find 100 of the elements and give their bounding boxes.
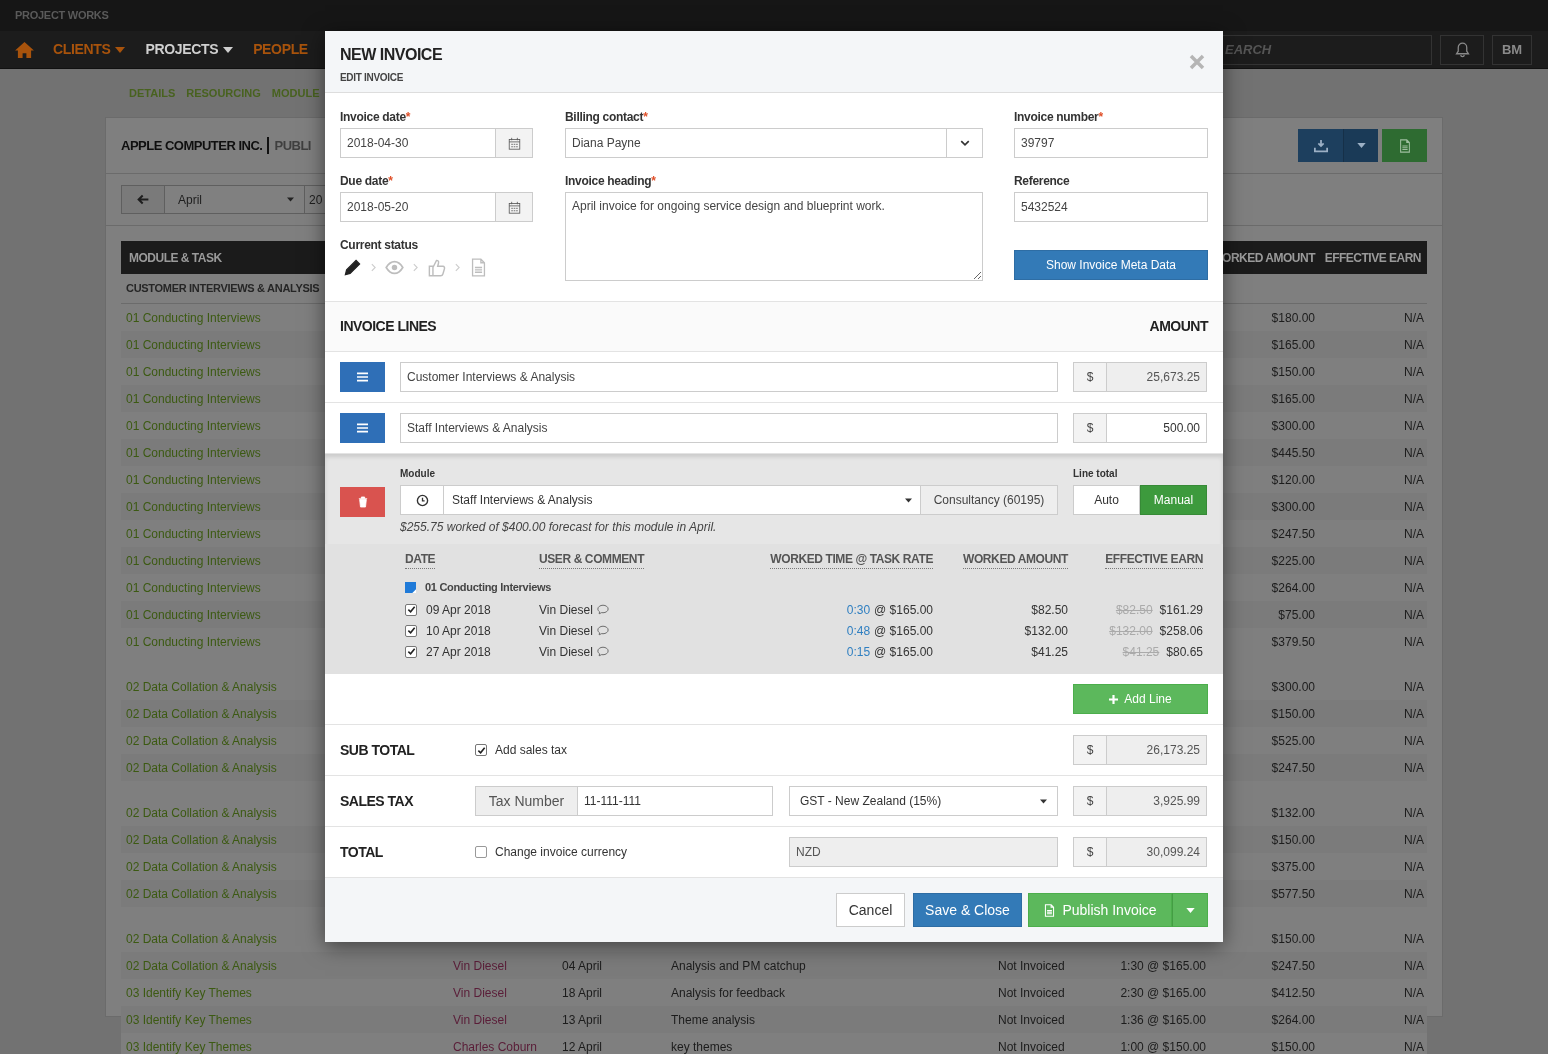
trash-icon <box>357 496 368 508</box>
table-cell-text: 01 Conducting Interviews <box>126 606 261 624</box>
download-button[interactable] <box>1298 129 1343 162</box>
table-cell-text: $412.50 <box>1270 984 1316 1002</box>
notifications-button[interactable] <box>1440 34 1484 65</box>
document-icon[interactable] <box>469 258 488 277</box>
description-field[interactable]: Staff Interviews & Analysis <box>400 413 1058 443</box>
amount-field[interactable]: 3,925.99 <box>1107 786 1207 816</box>
amount-text: $132.00 <box>1023 622 1068 640</box>
table-cell-text: N/A <box>1403 525 1425 543</box>
menu-button[interactable] <box>340 413 385 443</box>
cancel-button[interactable]: Cancel <box>836 893 905 927</box>
thumbs-up-icon[interactable] <box>427 258 446 277</box>
caret-icon <box>905 497 912 503</box>
invoice-number-field[interactable]: 39797 <box>1014 128 1208 158</box>
date-text: 27 Apr 2018 <box>426 643 491 661</box>
checkbox[interactable] <box>475 744 487 756</box>
dialog-subtitle: EDIT INVOICE <box>340 71 405 85</box>
table-cell-text: $445.50 <box>1270 444 1316 462</box>
delete-button[interactable] <box>340 487 385 517</box>
meta-data-button[interactable]: Show Invoice Meta Data <box>1014 250 1208 280</box>
table-cell-text: Vin Diesel <box>452 984 508 1002</box>
amount-field[interactable]: 30,099.24 <box>1107 837 1207 867</box>
user-avatar[interactable]: BM <box>1492 34 1532 65</box>
save-button[interactable]: Save & Close <box>913 893 1022 927</box>
table-cell-text: $75.00 <box>1277 606 1316 624</box>
total-label: SUB TOTAL <box>340 740 416 760</box>
rate-text: @ $165.00 <box>874 601 933 619</box>
table-cell-text: N/A <box>1403 579 1425 597</box>
amount-field[interactable]: 26,173.25 <box>1107 735 1207 765</box>
nav-item[interactable]: PROJECTS <box>145 39 234 60</box>
checkbox[interactable] <box>475 846 487 858</box>
table-cell-text: 02 Data Collation & Analysis <box>126 705 277 723</box>
month-select[interactable]: April <box>165 185 305 214</box>
document-button[interactable] <box>1382 129 1427 162</box>
tax-number-field[interactable]: Tax Number 11-111-111 <box>475 786 773 816</box>
table-cell-text: Not Invoiced <box>997 957 1066 975</box>
table-cell-text: 1:36 @ $165.00 <box>1119 1011 1207 1029</box>
eye-icon[interactable] <box>385 258 404 277</box>
table-cell-text: Not Invoiced <box>997 1011 1066 1029</box>
document-icon <box>1043 903 1057 917</box>
date-field[interactable]: 2018-04-30 <box>340 128 496 158</box>
field-label: Due date* <box>340 173 394 188</box>
table-cell-text: $247.50 <box>1270 525 1316 543</box>
amount-field[interactable]: 500.00 <box>1107 413 1207 443</box>
tax-rate-select[interactable]: GST - New Zealand (15%) <box>789 786 1058 816</box>
time-link[interactable]: 0:15 <box>846 642 871 661</box>
pencil-icon[interactable] <box>343 258 362 277</box>
column-header: EFFECTIVE EARN <box>1105 550 1203 569</box>
earn-text: $258.06 <box>1159 622 1203 640</box>
table-cell-text: N/A <box>1403 957 1425 975</box>
table-cell-text: $150.00 <box>1270 831 1316 849</box>
checkbox[interactable] <box>405 624 417 637</box>
back-button[interactable] <box>121 185 165 214</box>
module-select[interactable]: Staff Interviews & Analysis <box>444 485 921 515</box>
table-cell-text: $264.00 <box>1270 1011 1316 1029</box>
total-label: TOTAL <box>340 842 384 862</box>
table-cell-text: N/A <box>1403 498 1425 516</box>
table-cell-text: N/A <box>1403 444 1425 462</box>
table-cell-text: Vin Diesel <box>452 957 508 975</box>
caret-icon <box>223 46 234 53</box>
date-text: 09 Apr 2018 <box>426 601 491 619</box>
table-cell-text: N/A <box>1403 336 1425 354</box>
brand-name: PROJECT WORKS <box>15 8 109 24</box>
close-icon[interactable] <box>1188 53 1206 71</box>
home-icon[interactable] <box>15 41 34 58</box>
table-cell-text: N/A <box>1403 471 1425 489</box>
dropdown-button[interactable] <box>1343 129 1378 162</box>
earn-text: $161.29 <box>1159 601 1203 619</box>
description-field[interactable]: Customer Interviews & Analysis <box>400 362 1058 392</box>
date-field[interactable]: 2018-05-20 <box>340 192 496 222</box>
table-cell-text: 01 Conducting Interviews <box>126 633 261 651</box>
currency-label: $ <box>1073 786 1107 816</box>
menu-icon <box>357 372 368 382</box>
menu-button[interactable] <box>340 362 385 392</box>
table-cell-text: Charles Coburn <box>452 1038 539 1054</box>
field-label: Module <box>400 467 436 481</box>
checkbox[interactable] <box>405 603 417 616</box>
table-cell-text: N/A <box>1403 390 1425 408</box>
table-cell-text: Analysis for feedback <box>670 984 787 1002</box>
calendar-button[interactable] <box>496 128 533 158</box>
plus-icon <box>1109 694 1119 704</box>
arrow-left-icon <box>136 193 150 206</box>
contact-select[interactable]: Diana Payne <box>565 128 983 158</box>
table-cell-text: N/A <box>1403 930 1425 948</box>
caret-icon <box>287 197 294 202</box>
reference-field[interactable]: 5432524 <box>1014 192 1208 222</box>
toggle-option[interactable]: Manual <box>1140 485 1207 515</box>
column-header: MODULE & TASK <box>128 249 223 267</box>
table-cell-text: N/A <box>1403 858 1425 876</box>
module-icon <box>405 581 416 593</box>
user-name: Vin Diesel <box>539 601 593 619</box>
heading-field[interactable]: April invoice for ongoing service design and blueprint work. <box>565 192 983 281</box>
checkbox[interactable] <box>405 645 417 658</box>
calendar-icon <box>507 136 521 150</box>
calendar-button[interactable] <box>496 192 533 222</box>
toggle-option[interactable]: Auto <box>1073 485 1140 515</box>
amount-field[interactable]: 25,673.25 <box>1107 362 1207 392</box>
table-cell-text: N/A <box>1403 804 1425 822</box>
table-cell-text: $150.00 <box>1270 363 1316 381</box>
